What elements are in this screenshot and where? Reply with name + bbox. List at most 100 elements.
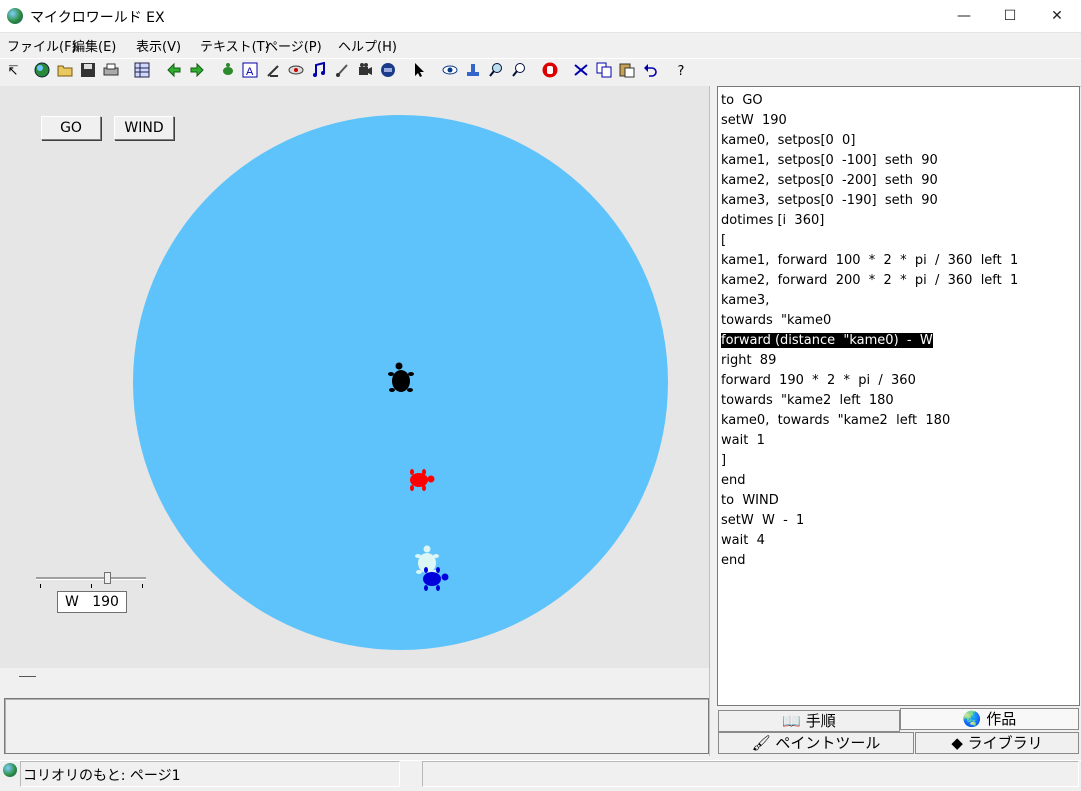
code-line-text: dotimes [i 360] xyxy=(721,213,825,228)
code-line[interactable]: kame2, forward 200 * 2 * pi / 360 left 1 xyxy=(721,271,1018,291)
collapse-handle[interactable] xyxy=(19,676,36,677)
code-line[interactable]: end xyxy=(721,551,1018,571)
code-line[interactable]: to GO xyxy=(721,91,1018,111)
w-slider-label: W xyxy=(65,594,79,610)
pointer-icon[interactable] xyxy=(409,62,429,82)
tab-library[interactable]: ◆ ライブラリ xyxy=(915,732,1079,754)
code-line[interactable]: kame0, towards "kame2 left 180 xyxy=(721,411,1018,431)
w-slider-thumb[interactable] xyxy=(104,572,111,584)
tab-works-label: 作品 xyxy=(986,710,1017,728)
help-icon[interactable]: ? xyxy=(671,62,691,82)
code-line[interactable]: ] xyxy=(721,451,1018,471)
text-box-icon[interactable]: A xyxy=(240,62,260,82)
code-line-text: wait 1 xyxy=(721,433,765,448)
code-line[interactable]: kame2, setpos[0 -200] seth 90 xyxy=(721,171,1018,191)
tab-paint-tools[interactable]: 🖌 ペイントツール xyxy=(718,732,914,754)
select-cursor-icon[interactable]: ↸ xyxy=(3,62,23,82)
turtle-kame0[interactable] xyxy=(386,361,416,397)
menu-edit[interactable]: 編集(E) xyxy=(72,36,116,55)
undo-icon[interactable] xyxy=(640,62,660,82)
code-line-text: end xyxy=(721,553,746,568)
code-line-text: [ xyxy=(721,233,727,248)
code-line-text: right 89 xyxy=(721,353,777,368)
close-button[interactable]: ✕ xyxy=(1034,0,1080,32)
app-globe-icon[interactable] xyxy=(7,8,23,24)
code-line-text: towards "kame0 xyxy=(721,313,832,328)
code-line-text: setW 190 xyxy=(721,113,787,128)
eye-icon[interactable] xyxy=(440,62,460,82)
window-title: マイクロワールド EX xyxy=(30,10,165,26)
print-icon[interactable] xyxy=(101,62,121,82)
tab-works[interactable]: 🌏 作品 xyxy=(900,708,1079,730)
stage[interactable]: GO WIND W 190 xyxy=(0,86,709,668)
status-globe-icon xyxy=(3,763,17,777)
code-line[interactable]: kame0, setpos[0 0] xyxy=(721,131,1018,151)
code-line[interactable]: [ xyxy=(721,231,1018,251)
command-center[interactable] xyxy=(4,698,709,754)
code-line[interactable]: forward 190 * 2 * pi / 360 xyxy=(721,371,1018,391)
code-line[interactable]: setW 190 xyxy=(721,111,1018,131)
code-line[interactable]: kame3, setpos[0 -190] seth 90 xyxy=(721,191,1018,211)
shapes-icon: ◆ xyxy=(951,734,963,752)
maximize-button[interactable]: ☐ xyxy=(987,0,1033,32)
code-line[interactable]: kame3, xyxy=(721,291,1018,311)
stamp-icon[interactable] xyxy=(463,62,483,82)
code-line[interactable]: to WIND xyxy=(721,491,1018,511)
code-text[interactable]: to GO setW 190 kame0, setpos[0 0] kame1, se… xyxy=(721,91,1018,571)
code-line[interactable]: kame1, forward 100 * 2 * pi / 360 left 1 xyxy=(721,251,1018,271)
paste-icon[interactable] xyxy=(617,62,637,82)
pen-icon[interactable] xyxy=(263,62,283,82)
turtle-kame1[interactable] xyxy=(405,468,437,492)
zoom-out-icon[interactable] xyxy=(509,62,529,82)
open-folder-icon[interactable] xyxy=(55,62,75,82)
save-icon[interactable] xyxy=(78,62,98,82)
copy-icon[interactable] xyxy=(594,62,614,82)
code-line-text: kame3, setpos[0 -190] seth 90 xyxy=(721,193,938,208)
eye-toggle-icon[interactable] xyxy=(286,62,306,82)
code-line[interactable]: wait 1 xyxy=(721,431,1018,451)
grid-icon[interactable] xyxy=(132,62,152,82)
code-line-text: forward (distance "kame0) - W xyxy=(721,333,933,348)
new-turtle-icon[interactable] xyxy=(218,62,238,82)
menu-file[interactable]: ファイル(F) xyxy=(7,36,77,55)
minimize-button[interactable]: — xyxy=(941,0,987,32)
menu-help[interactable]: ヘルプ(H) xyxy=(338,36,397,55)
film-icon[interactable] xyxy=(355,62,375,82)
code-line-text: kame2, forward 200 * 2 * pi / 360 left 1 xyxy=(721,273,1019,288)
globe-icon[interactable] xyxy=(32,62,52,82)
menu-text[interactable]: テキスト(T) xyxy=(200,36,270,55)
music-icon[interactable] xyxy=(309,61,329,82)
paint-brush-icon[interactable] xyxy=(332,62,352,82)
helmet-icon[interactable] xyxy=(378,62,398,82)
code-line[interactable]: wait 4 xyxy=(721,531,1018,551)
code-line[interactable]: end xyxy=(721,471,1018,491)
menu-page[interactable]: ページ(P) xyxy=(265,36,322,55)
stop-hand-icon[interactable] xyxy=(540,62,560,82)
code-line[interactable]: setW W - 1 xyxy=(721,511,1018,531)
status-pane-main: コリオリのもと: ページ1 xyxy=(20,761,400,787)
procedures-editor[interactable]: to GO setW 190 kame0, setpos[0 0] kame1, se… xyxy=(717,86,1080,706)
menu-view[interactable]: 表示(V) xyxy=(136,36,181,55)
code-line[interactable]: dotimes [i 360] xyxy=(721,211,1018,231)
code-line-text: setW W - 1 xyxy=(721,513,805,528)
code-line-text: ] xyxy=(721,453,727,468)
forward-arrow-icon[interactable] xyxy=(187,62,207,82)
go-button[interactable]: GO xyxy=(41,116,101,140)
back-arrow-icon[interactable] xyxy=(164,62,184,82)
code-line[interactable]: towards "kame2 left 180 xyxy=(721,391,1018,411)
tab-procedures[interactable]: 📖 手順 xyxy=(718,710,900,732)
code-line[interactable]: forward (distance "kame0) - W xyxy=(721,331,1018,351)
code-line[interactable]: right 89 xyxy=(721,351,1018,371)
code-line[interactable]: kame1, setpos[0 -100] seth 90 xyxy=(721,151,1018,171)
wind-button[interactable]: WIND xyxy=(114,116,174,140)
code-line-text: end xyxy=(721,473,746,488)
code-line[interactable]: towards "kame0 xyxy=(721,311,1018,331)
code-line-text: to WIND xyxy=(721,493,779,508)
title-bar: マイクロワールド EX — ☐ ✕ xyxy=(0,0,1081,33)
turtle-kame2[interactable] xyxy=(418,566,452,592)
scissors-icon[interactable] xyxy=(571,62,591,82)
zoom-in-icon[interactable] xyxy=(486,62,506,82)
w-slider-track[interactable] xyxy=(36,577,146,580)
globe-icon: 🌏 xyxy=(962,710,982,728)
code-line-text: kame3, xyxy=(721,293,770,308)
